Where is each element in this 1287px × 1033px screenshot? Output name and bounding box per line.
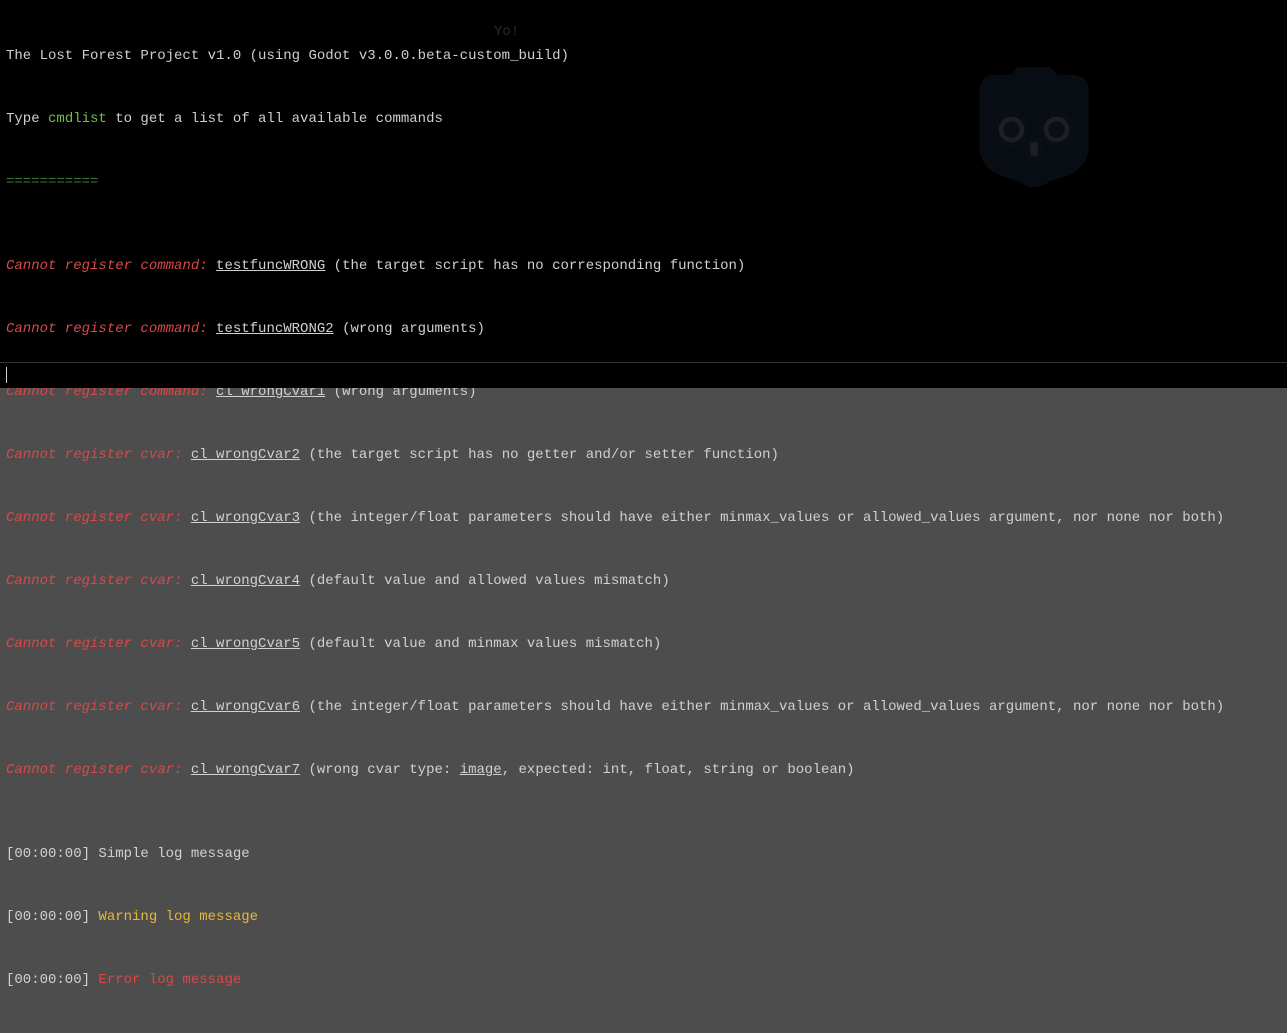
error-line: Cannot register cvar: cl_wrongCvar2 (the… xyxy=(6,445,1281,466)
error-suffix-a: (wrong cvar type: xyxy=(300,762,460,778)
log-message-warning: Warning log message xyxy=(98,909,258,925)
error-prefix: Cannot register command: xyxy=(6,258,216,274)
error-prefix: Cannot register cvar: xyxy=(6,510,191,526)
console-panel: Yo! The Lost Forest Project v1.0 (using … xyxy=(0,0,1287,388)
error-prefix: Cannot register command: xyxy=(6,321,216,337)
error-name[interactable]: cl_wrongCvar7 xyxy=(191,762,300,778)
error-name[interactable]: cl_wrongCvar4 xyxy=(191,573,300,589)
error-line: Cannot register cvar: cl_wrongCvar5 (def… xyxy=(6,634,1281,655)
type-prefix: Type xyxy=(6,111,48,127)
log-message-error: Error log message xyxy=(98,972,241,988)
header-title: The Lost Forest Project v1.0 (using Godo… xyxy=(6,48,569,64)
background-yo-text: Yo! xyxy=(494,22,519,43)
error-name[interactable]: cl_wrongCvar3 xyxy=(191,510,300,526)
type-suffix: to get a list of all available commands xyxy=(107,111,443,127)
error-line: Cannot register cvar: cl_wrongCvar4 (def… xyxy=(6,571,1281,592)
console-input[interactable] xyxy=(0,362,1287,388)
log-message: Simple log message xyxy=(98,846,249,862)
log-line: [00:00:00] Warning log message xyxy=(6,907,1281,928)
error-prefix: Cannot register cvar: xyxy=(6,762,191,778)
input-cursor xyxy=(6,367,7,383)
error-suffix: (the target script has no corresponding … xyxy=(325,258,745,274)
error-type-name[interactable]: image xyxy=(460,762,502,778)
error-suffix-b: , expected: int, float, string or boolea… xyxy=(502,762,855,778)
error-prefix: Cannot register cvar: xyxy=(6,447,191,463)
error-line: Cannot register command: testfuncWRONG (… xyxy=(6,256,1281,277)
error-suffix: (wrong arguments) xyxy=(334,321,485,337)
log-timestamp: [00:00:00] xyxy=(6,972,98,988)
error-name[interactable]: testfuncWRONG2 xyxy=(216,321,334,337)
godot-logo-icon xyxy=(959,62,1109,192)
cmdlist-keyword: cmdlist xyxy=(48,111,107,127)
log-line: [00:00:00] Error log message xyxy=(6,970,1281,991)
error-prefix: Cannot register cvar: xyxy=(6,573,191,589)
error-name[interactable]: testfuncWRONG xyxy=(216,258,325,274)
error-line: Cannot register cvar: cl_wrongCvar6 (the… xyxy=(6,697,1281,718)
error-name[interactable]: cl_wrongCvar2 xyxy=(191,447,300,463)
error-prefix: Cannot register cvar: xyxy=(6,636,191,652)
log-timestamp: [00:00:00] xyxy=(6,909,98,925)
error-line: Cannot register command: testfuncWRONG2 … xyxy=(6,319,1281,340)
separator: =========== xyxy=(6,174,98,190)
error-suffix: (the integer/float parameters should hav… xyxy=(300,699,1224,715)
error-suffix: (the target script has no getter and/or … xyxy=(300,447,779,463)
error-suffix: (default value and allowed values mismat… xyxy=(300,573,670,589)
error-line: Cannot register cvar: cl_wrongCvar7 (wro… xyxy=(6,760,1281,781)
error-name[interactable]: cl_wrongCvar5 xyxy=(191,636,300,652)
error-name[interactable]: cl_wrongCvar6 xyxy=(191,699,300,715)
error-suffix: (the integer/float parameters should hav… xyxy=(300,510,1224,526)
error-prefix: Cannot register cvar: xyxy=(6,699,191,715)
error-line: Cannot register cvar: cl_wrongCvar3 (the… xyxy=(6,508,1281,529)
log-line: [00:00:00] Simple log message xyxy=(6,844,1281,865)
error-suffix: (default value and minmax values mismatc… xyxy=(300,636,661,652)
log-timestamp: [00:00:00] xyxy=(6,846,98,862)
